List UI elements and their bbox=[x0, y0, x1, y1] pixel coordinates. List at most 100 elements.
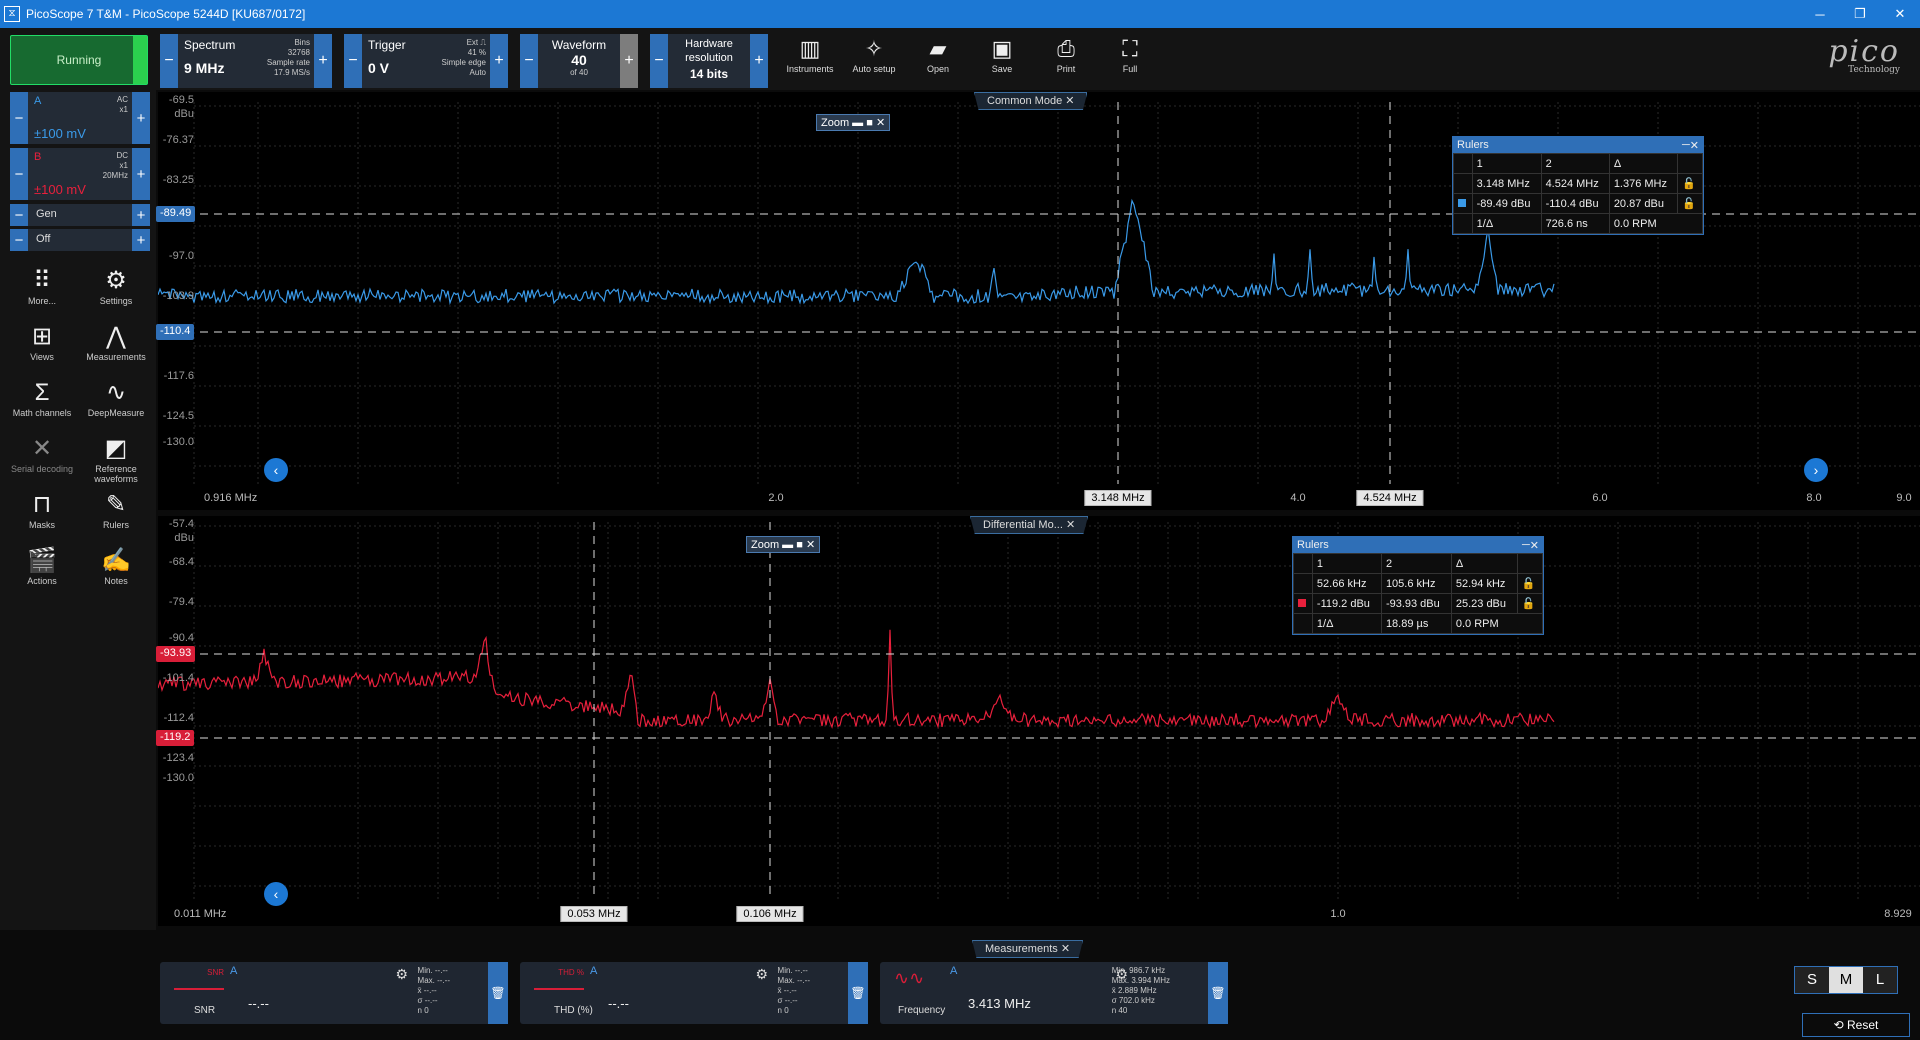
size-l-button[interactable]: L bbox=[1863, 967, 1897, 993]
views-icon: ⊞ bbox=[31, 323, 53, 350]
resolution-decrease-button[interactable]: − bbox=[650, 34, 668, 88]
reset-icon: ⟲ bbox=[1833, 1018, 1844, 1032]
scroll-right-button[interactable]: › bbox=[1804, 458, 1828, 482]
full-screen-button[interactable]: ⛶ Full bbox=[1102, 34, 1158, 86]
tool-settings[interactable]: ⚙ Settings bbox=[78, 266, 154, 306]
x-tick: 6.0 bbox=[1592, 492, 1608, 504]
delete-measurement-button[interactable]: 🗑 bbox=[1208, 962, 1228, 1024]
ruler-1-y-marker[interactable]: -89.49 bbox=[156, 206, 196, 222]
channel-a-settings[interactable]: A AC x1 ±100 mV bbox=[28, 92, 132, 144]
instruments-button[interactable]: ▥ Instruments bbox=[782, 34, 838, 86]
ruler-2-x-marker[interactable]: 0.106 MHz bbox=[736, 906, 804, 922]
ruler-1-y-marker[interactable]: -93.93 bbox=[156, 646, 196, 662]
spectrum-group: − Spectrum 9 MHz Bins 32768 Sample rate 17… bbox=[160, 34, 332, 88]
waveform-increase-button[interactable]: + bbox=[620, 34, 638, 88]
waveform-control[interactable]: Waveform 40 of 40 bbox=[538, 34, 620, 88]
thd-thumbnail: THD % bbox=[534, 968, 584, 990]
spectrum-decrease-button[interactable]: − bbox=[160, 34, 178, 88]
measurements-tab[interactable]: Measurements ✕ bbox=[972, 940, 1084, 958]
measurement-channel: A bbox=[230, 965, 238, 977]
print-button[interactable]: ⎙ Print bbox=[1038, 34, 1094, 86]
close-icon: ✕ bbox=[1065, 519, 1076, 531]
ruler-1-x-marker[interactable]: 0.053 MHz bbox=[560, 906, 628, 922]
open-button[interactable]: ▰ Open bbox=[910, 34, 966, 86]
generator-state-label[interactable]: Off bbox=[28, 229, 132, 251]
tool-deepmeasure[interactable]: ∿ DeepMeasure bbox=[78, 378, 154, 418]
save-icon: ▣ bbox=[991, 36, 1013, 61]
measurement-card-snr[interactable]: SNR A SNR --.-- ⚙ Min. --.-- Max. --.-- … bbox=[160, 962, 508, 1024]
differential-mode-tab[interactable]: Differential Mo... ✕ bbox=[970, 516, 1089, 534]
x-tick: 1.0 bbox=[1330, 908, 1346, 920]
generator-state-decrease-button[interactable]: − bbox=[10, 229, 28, 251]
ruler-2-y-marker[interactable]: -110.4 bbox=[156, 324, 195, 340]
scroll-left-button[interactable]: ‹ bbox=[264, 458, 288, 482]
generator-state-increase-button[interactable]: + bbox=[132, 229, 150, 251]
waveform-decrease-button[interactable]: − bbox=[520, 34, 538, 88]
spectrum-control[interactable]: Spectrum 9 MHz Bins 32768 Sample rate 17.9… bbox=[178, 34, 314, 88]
scroll-left-button[interactable]: ‹ bbox=[264, 882, 288, 906]
spectrum-increase-button[interactable]: + bbox=[314, 34, 332, 88]
channel-b-decrease-button[interactable]: − bbox=[10, 148, 28, 200]
tool-rulers[interactable]: ✎ Rulers bbox=[78, 490, 154, 530]
tool-notes[interactable]: ✍ Notes bbox=[78, 546, 154, 586]
measurement-card-frequency[interactable]: ∿∿ A Frequency 3.413 MHz ⚙ Min. 986.7 kH… bbox=[880, 962, 1228, 1024]
zoom-overview[interactable]: Zoom ▬ ■ ✕ bbox=[746, 536, 821, 553]
y-tick: -112.4 bbox=[163, 712, 194, 724]
tool-masks[interactable]: ⊓ Masks bbox=[4, 490, 80, 530]
close-icon: ✕ bbox=[1060, 943, 1071, 955]
close-button[interactable]: ✕ bbox=[1880, 6, 1920, 22]
channel-b-settings[interactable]: B DC x1 20MHz ±100 mV bbox=[28, 148, 132, 200]
trigger-increase-button[interactable]: + bbox=[490, 34, 508, 88]
reset-button[interactable]: ⟲ Reset bbox=[1802, 1013, 1910, 1037]
channel-a-increase-button[interactable]: + bbox=[132, 92, 150, 144]
channel-a-spectrum-trace bbox=[158, 198, 1555, 306]
tool-math-channels[interactable]: Σ Math channels bbox=[4, 378, 80, 418]
differential-mode-graph[interactable] bbox=[158, 516, 1920, 926]
size-m-button[interactable]: M bbox=[1829, 967, 1863, 993]
resolution-control[interactable]: Hardware resolution 14 bits bbox=[668, 34, 750, 88]
generator-increase-button[interactable]: + bbox=[132, 204, 150, 226]
zoom-overview[interactable]: Zoom ▬ ■ ✕ bbox=[816, 114, 891, 131]
resolution-increase-button[interactable]: + bbox=[750, 34, 768, 88]
common-mode-view[interactable]: Common Mode ✕ -69.5 dBu -76.37 -83.25 -9… bbox=[156, 92, 1920, 510]
tool-measurements[interactable]: ⋀ Measurements bbox=[78, 322, 154, 362]
run-stop-button[interactable]: Running bbox=[10, 35, 148, 85]
tool-serial-decoding[interactable]: ✕ Serial decoding bbox=[4, 434, 80, 474]
channel-b-increase-button[interactable]: + bbox=[132, 148, 150, 200]
resolution-value: 14 bits bbox=[689, 67, 728, 81]
measurement-card-thd[interactable]: THD % A THD (%) --.-- ⚙ Min. --.-- Max. … bbox=[520, 962, 868, 1024]
tool-actions[interactable]: 🎬 Actions bbox=[4, 546, 80, 586]
trigger-control[interactable]: Trigger 0 V Ext ⎍ 41 % Simple edge Auto bbox=[362, 34, 490, 88]
trash-icon: 🗑 bbox=[490, 986, 506, 1000]
common-mode-tab[interactable]: Common Mode ✕ bbox=[974, 92, 1088, 110]
x-tick: 8.929 bbox=[1884, 908, 1912, 920]
delete-measurement-button[interactable]: 🗑 bbox=[488, 962, 508, 1024]
generator-control: − Gen + bbox=[10, 204, 150, 226]
gear-icon[interactable]: ⚙ bbox=[755, 966, 768, 983]
minimize-button[interactable]: ─ bbox=[1800, 7, 1840, 22]
generator-decrease-button[interactable]: − bbox=[10, 204, 28, 226]
save-button[interactable]: ▣ Save bbox=[974, 34, 1030, 86]
rulers-panel[interactable]: Rulers ─ ✕ 12Δ 3.148 MHz 4.524 MHz 1.376 MH… bbox=[1452, 136, 1704, 235]
trigger-decrease-button[interactable]: − bbox=[344, 34, 362, 88]
auto-setup-button[interactable]: ✧ Auto setup bbox=[846, 34, 902, 86]
ruler-2-x-marker[interactable]: 4.524 MHz bbox=[1356, 490, 1424, 506]
rulers-panel[interactable]: Rulers ─ ✕ 12Δ 52.66 kHz 105.6 kHz 52.94 kH… bbox=[1292, 536, 1544, 635]
ruler-1-x-marker[interactable]: 3.148 MHz bbox=[1084, 490, 1152, 506]
ruler-2-y-marker[interactable]: -119.2 bbox=[156, 730, 195, 746]
gear-icon[interactable]: ⚙ bbox=[395, 966, 408, 983]
generator-label[interactable]: Gen bbox=[28, 204, 132, 226]
reference-waveforms-icon: ◩ bbox=[104, 435, 128, 462]
differential-mode-view[interactable]: Differential Mo... ✕ -57.4 dBu -68.4 -79… bbox=[156, 516, 1920, 926]
rulers-panel-header[interactable]: Rulers ─ ✕ bbox=[1293, 537, 1543, 553]
size-s-button[interactable]: S bbox=[1795, 967, 1829, 993]
tool-reference-waveforms[interactable]: ◩ Reference waveforms bbox=[78, 434, 154, 484]
channel-a-decrease-button[interactable]: − bbox=[10, 92, 28, 144]
trash-icon: 🗑 bbox=[1210, 986, 1226, 1000]
rulers-panel-header[interactable]: Rulers ─ ✕ bbox=[1453, 137, 1703, 153]
y-tick: -130.0 bbox=[162, 436, 194, 448]
tool-views[interactable]: ⊞ Views bbox=[4, 322, 80, 362]
tool-more[interactable]: ⠿ More... bbox=[4, 266, 80, 306]
delete-measurement-button[interactable]: 🗑 bbox=[848, 962, 868, 1024]
maximize-button[interactable]: ❐ bbox=[1840, 6, 1880, 22]
